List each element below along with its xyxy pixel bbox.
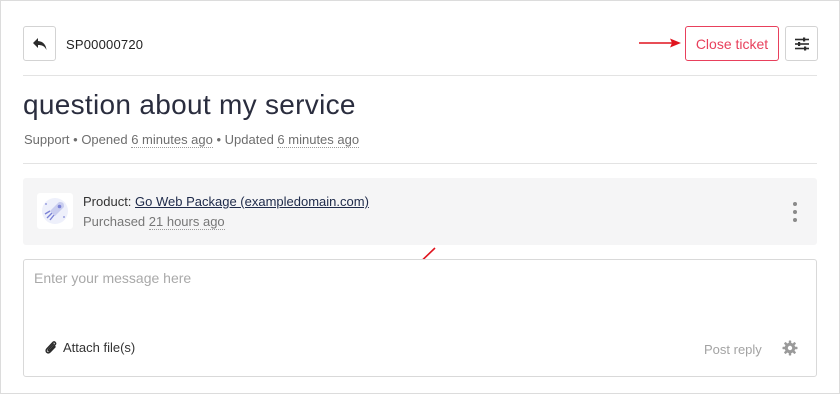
kebab-dot xyxy=(793,210,797,214)
ticket-meta: Support • Opened 6 minutes ago • Updated… xyxy=(24,132,360,148)
product-thumbnail xyxy=(37,193,73,229)
ticket-view: SP00000720 Close ticket question about m… xyxy=(0,0,840,394)
purchased-prefix: Purchased xyxy=(83,214,149,229)
meta-separator-opened: • Opened xyxy=(69,132,132,147)
gear-icon[interactable] xyxy=(782,340,798,356)
close-ticket-button[interactable]: Close ticket xyxy=(685,26,779,61)
product-prefix: Product: xyxy=(83,194,136,209)
reply-arrow-icon xyxy=(32,37,46,50)
annotation-arrow-close xyxy=(639,38,681,48)
product-link[interactable]: Go Web Package (exampledomain.com) xyxy=(135,194,369,209)
meta-separator-updated: • Updated xyxy=(212,132,278,147)
header-divider xyxy=(23,75,817,76)
post-reply-button[interactable]: Post reply xyxy=(704,342,762,357)
reply-composer: Attach file(s) Post reply xyxy=(23,259,817,377)
rocket-illustration-icon xyxy=(42,198,68,224)
message-input[interactable] xyxy=(34,270,804,326)
ticket-department: Support xyxy=(24,132,70,147)
back-button[interactable] xyxy=(23,26,56,61)
sliders-icon xyxy=(794,37,809,50)
updated-time: 6 minutes ago xyxy=(277,132,360,148)
opened-time: 6 minutes ago xyxy=(131,132,213,148)
kebab-menu-icon[interactable] xyxy=(787,202,803,222)
paperclip-icon xyxy=(45,341,57,354)
product-card: Product: Go Web Package (exampledomain.c… xyxy=(23,178,817,245)
ticket-title: question about my service xyxy=(23,89,356,120)
kebab-dot xyxy=(793,218,797,222)
attach-files-button[interactable]: Attach file(s) xyxy=(44,340,135,355)
product-name-line: Product: Go Web Package (exampledomain.c… xyxy=(83,194,369,209)
meta-divider xyxy=(23,163,817,164)
attach-label: Attach file(s) xyxy=(63,340,136,355)
ticket-id: SP00000720 xyxy=(66,37,144,52)
purchased-time: 21 hours ago xyxy=(148,214,225,230)
purchased-line: Purchased 21 hours ago xyxy=(83,214,225,230)
kebab-dot xyxy=(793,202,797,206)
ticket-settings-button[interactable] xyxy=(785,26,818,61)
